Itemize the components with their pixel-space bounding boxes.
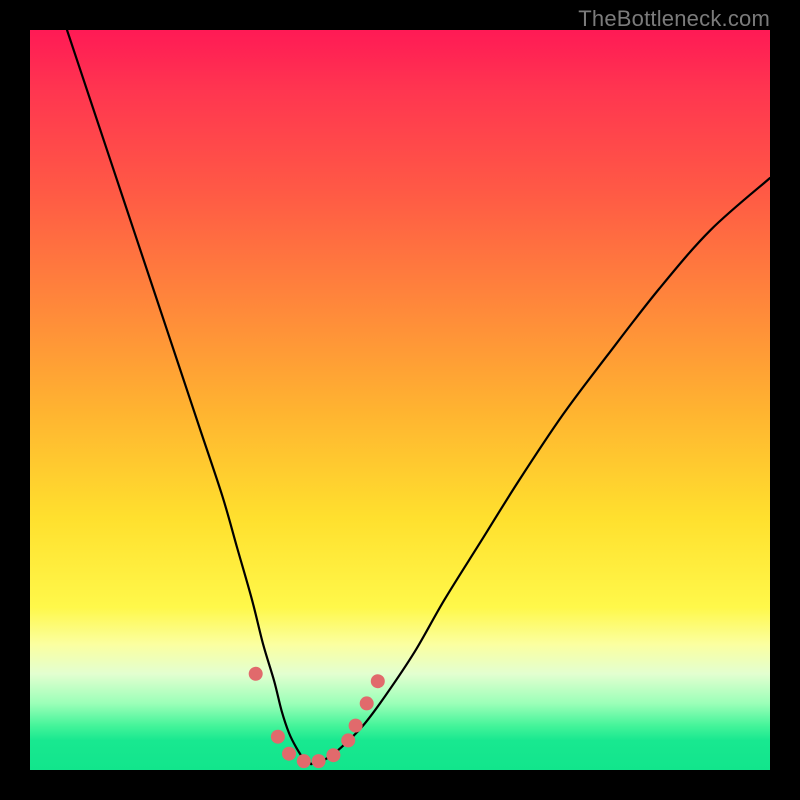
watermark-text: TheBottleneck.com <box>578 6 770 32</box>
marker-dot <box>341 733 355 747</box>
marker-dot <box>312 754 326 768</box>
chart-svg <box>30 30 770 770</box>
marker-group <box>249 667 385 768</box>
marker-dot <box>249 667 263 681</box>
marker-dot <box>371 674 385 688</box>
marker-dot <box>297 754 311 768</box>
marker-dot <box>326 748 340 762</box>
marker-dot <box>349 719 363 733</box>
marker-dot <box>282 747 296 761</box>
marker-dot <box>271 730 285 744</box>
plot-area <box>30 30 770 770</box>
curve-left-branch <box>67 30 311 764</box>
chart-stage: TheBottleneck.com <box>0 0 800 800</box>
marker-dot <box>360 696 374 710</box>
